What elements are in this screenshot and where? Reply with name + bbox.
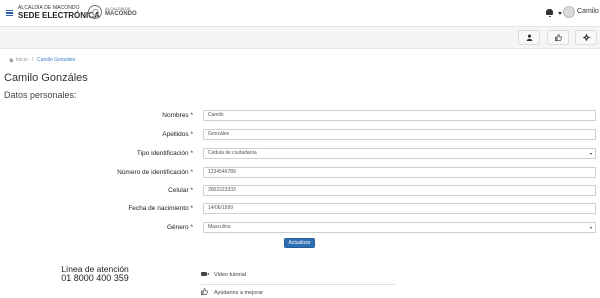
bell-icon[interactable]: [546, 9, 553, 17]
celular-input[interactable]: 3002223333: [203, 185, 596, 196]
video-tutorial-label: Video tutorial: [214, 271, 247, 278]
form-row-celular: Celular * 3002223333: [0, 185, 600, 197]
tipo-identificacion-select[interactable]: Cédula de ciudadanía: [203, 148, 596, 159]
gear-icon: [582, 34, 590, 41]
nombres-label: Nombres *: [162, 112, 193, 119]
divider: [201, 284, 395, 285]
numero-identificacion-input[interactable]: 1234546789: [203, 167, 596, 178]
form-row-numero-identificacion: Número de identificación * 1234546789: [0, 167, 600, 179]
update-button[interactable]: Actualizar: [284, 238, 315, 248]
thumbs-up-icon: [201, 288, 208, 295]
user-menu-name[interactable]: Camilo: [577, 8, 599, 15]
thumbs-up-icon: [554, 34, 562, 41]
feedback-label: Ayúdanos a mejorar: [214, 289, 264, 296]
fecha-nacimiento-label: Fecha de nacimiento *: [128, 205, 193, 212]
support-line: Línea de atención 01 8000 400 359: [52, 265, 138, 283]
form-row-genero: Género * Masculino: [0, 222, 600, 234]
apellidos-label: Apellidos *: [162, 131, 193, 138]
nombres-input[interactable]: Camilo: [203, 110, 596, 121]
form-row-fecha-nacimiento: Fecha de nacimiento * 14/06/1999: [0, 203, 600, 215]
support-line-number: 01 8000 400 359: [61, 272, 129, 283]
top-navbar: ALCALDÍA DE MACONDO SEDE ELECTRÓNICA ALC…: [0, 0, 600, 27]
celular-label: Celular *: [168, 187, 193, 194]
tipo-identificacion-label: Tipo identificación *: [136, 150, 193, 157]
apellidos-input[interactable]: Gonzáles: [203, 129, 596, 140]
video-tutorial-link[interactable]: Video tutorial: [201, 271, 246, 278]
breadcrumb: Inicio / Camilo Gonzáles: [9, 57, 75, 63]
avatar[interactable]: [563, 6, 575, 18]
numero-identificacion-label: Número de identificación *: [117, 169, 193, 176]
form-row-apellidos: Apellidos * Gonzáles: [0, 129, 600, 141]
section-title: Datos personales:: [4, 90, 77, 100]
video-camera-icon: [201, 272, 209, 276]
chevron-down-icon[interactable]: [558, 12, 562, 15]
form-row-nombres: Nombres * Camilo: [0, 110, 600, 122]
alcaldia-logo[interactable]: ALCALDÍA DE MACONDO: [88, 5, 137, 19]
logo-big-text: MACONDO: [105, 11, 137, 17]
user-icon: [526, 34, 532, 41]
home-icon: [9, 57, 14, 63]
genero-label: Género *: [166, 224, 193, 231]
breadcrumb-current[interactable]: Camilo Gonzáles: [37, 57, 75, 63]
breadcrumb-home[interactable]: Inicio: [16, 57, 28, 63]
fecha-nacimiento-input[interactable]: 14/06/1999: [203, 203, 596, 214]
feedback-button[interactable]: [547, 30, 569, 45]
page-title: Camilo Gonzáles: [4, 72, 88, 84]
feedback-link[interactable]: Ayúdanos a mejorar: [201, 288, 263, 297]
menu-icon[interactable]: [6, 10, 13, 16]
action-toolbar: [0, 27, 600, 49]
settings-button[interactable]: [575, 30, 597, 45]
genero-select[interactable]: Masculino: [203, 222, 596, 233]
form-row-tipo-identificacion: Tipo identificación * Cédula de ciudadan…: [0, 148, 600, 160]
profile-button[interactable]: [518, 30, 540, 45]
breadcrumb-separator: /: [31, 57, 34, 63]
seal-icon: [88, 5, 102, 19]
